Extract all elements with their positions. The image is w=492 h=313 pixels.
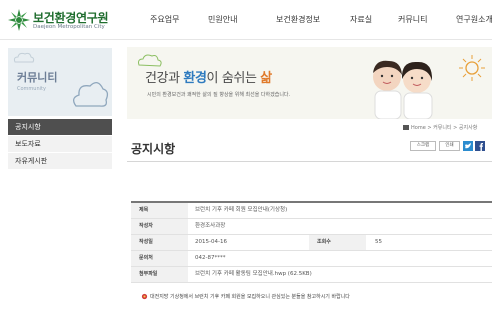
- flower-icon: [141, 293, 148, 300]
- nav-item-main-work[interactable]: 주요업무: [150, 14, 179, 25]
- logo-emblem-icon: [8, 9, 30, 31]
- notice-body: 대전지방 기상청에서 브런치 기후 카페 회원을 모집하오니 관심있는 분들을 …: [141, 293, 350, 300]
- nav-item-archive[interactable]: 자료실: [350, 14, 372, 25]
- print-button[interactable]: 인쇄: [439, 141, 460, 151]
- page-tools: 스크랩 인쇄: [410, 141, 492, 152]
- breadcrumb-text[interactable]: Home > 커뮤니티 > 공지사항: [411, 125, 477, 131]
- cloud-icon: [72, 82, 109, 107]
- date-label: 작성일: [131, 235, 188, 250]
- nav-item-health-env-info[interactable]: 보건환경정보: [276, 14, 320, 25]
- sidebar-title: 커뮤니티: [17, 71, 58, 84]
- contact-value: 042-87****: [195, 255, 226, 261]
- notice-body-text: 대전지방 기상청에서 브런치 기후 카페 회원을 모집하오니 관심있는 분들을 …: [150, 294, 350, 300]
- author-label: 작성자: [131, 219, 188, 234]
- sidebar-item-free-board[interactable]: 자유게시판: [8, 153, 112, 170]
- contact-label: 문의처: [131, 251, 188, 266]
- table-row: 작성자 환경조사과장: [131, 219, 492, 235]
- breadcrumb: Home > 커뮤니티 > 공지사항: [403, 124, 477, 131]
- nav-item-institute-intro[interactable]: 연구원소개: [456, 14, 492, 25]
- table-row: 제목 브런치 기후 카페 회원 모집안내(기상청): [131, 203, 492, 219]
- attachment-label: 첨부파일: [131, 267, 188, 282]
- twitter-icon[interactable]: [463, 141, 473, 151]
- sidebar-item-press[interactable]: 보도자료: [8, 136, 112, 153]
- main-banner: 건강과 환경이 숨쉬는 삶 시민의 환경보건과 쾌적한 삶의 질 향상을 위해 …: [127, 47, 492, 119]
- scrap-button-label: 스크랩: [416, 143, 430, 148]
- main-nav: 주요업무 민원안내 보건환경정보 자료실 커뮤니티 연구원소개: [140, 14, 492, 28]
- banner-headline-part1: 건강과: [145, 71, 184, 86]
- nav-item-community[interactable]: 커뮤니티: [398, 14, 427, 25]
- banner-subtext: 시민의 환경보건과 쾌적한 삶의 질 향상을 위해 최선을 다하겠습니다.: [147, 92, 291, 98]
- sidebar-menu: 공지시항 보도자료 자유게시판: [8, 119, 112, 170]
- sidebar-item-notice[interactable]: 공지시항: [8, 119, 112, 136]
- sidebar-subtitle: Community: [17, 86, 46, 92]
- subject-label: 제목: [131, 203, 188, 218]
- sun-icon: [459, 55, 485, 81]
- logo-subtitle: Daejeon Metropolitan City: [33, 24, 105, 30]
- page-title: 공지시항: [131, 142, 176, 156]
- views-value: 55: [375, 239, 382, 245]
- subject-value: 브런치 기후 카페 회원 모집안내(기상청): [195, 207, 288, 213]
- attachment-link[interactable]: 브런치 기후 카페 활동팀 모집안내.hwp (62.5KB): [195, 267, 312, 282]
- home-icon: [403, 125, 409, 130]
- kids-illustration: [373, 60, 433, 119]
- banner-headline-part4: 삶: [260, 71, 272, 86]
- cloud-doodle-icon: [13, 52, 35, 63]
- nav-item-civil-guide[interactable]: 민원안내: [208, 14, 237, 25]
- notice-detail-table: 제목 브런치 기후 카페 회원 모집안내(기상청) 작성자 환경조사과장 작성일…: [131, 201, 492, 283]
- author-value: 환경조사과장: [195, 223, 226, 229]
- table-row: 작성일 2015-04-16 조회수 55: [131, 235, 492, 251]
- title-divider: [127, 161, 492, 162]
- views-label: 조회수: [309, 235, 366, 250]
- date-value: 2015-04-16: [195, 239, 227, 245]
- sidebar-banner: 커뮤니티 Community: [8, 48, 112, 116]
- print-button-label: 인쇄: [445, 143, 454, 148]
- site-header: 보건환경연구원 Daejeon Metropolitan City 주요업무 민…: [0, 0, 492, 40]
- banner-headline-part3: 이 숨쉬는: [206, 71, 261, 86]
- table-row: 첨부파일 브런치 기후 카페 활동팀 모집안내.hwp (62.5KB): [131, 267, 492, 283]
- banner-headline: 건강과 환경이 숨쉬는 삶: [145, 67, 272, 86]
- facebook-icon[interactable]: [475, 141, 485, 151]
- banner-headline-part2: 환경: [183, 71, 207, 86]
- site-logo[interactable]: 보건환경연구원 Daejeon Metropolitan City: [8, 8, 128, 34]
- scrap-button[interactable]: 스크랩: [410, 141, 436, 151]
- table-row: 문의처 042-87****: [131, 251, 492, 267]
